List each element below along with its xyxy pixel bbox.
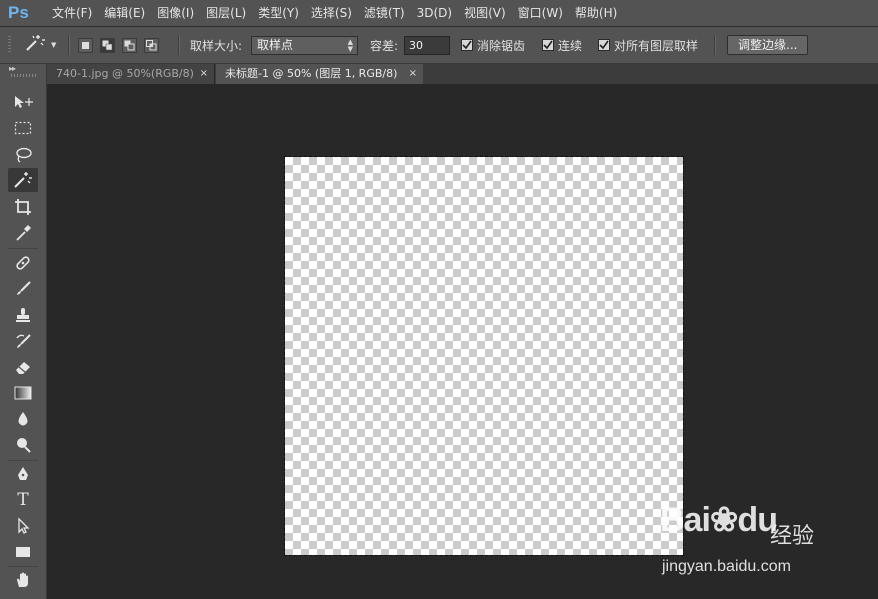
magic-wand-icon xyxy=(14,172,32,188)
eyedropper-tool[interactable] xyxy=(8,221,38,245)
checkbox-checked-icon xyxy=(542,39,554,51)
path-selection-icon xyxy=(18,517,30,534)
subtract-from-selection-button[interactable] xyxy=(122,37,137,53)
jingyan-text: 经验 xyxy=(770,524,815,549)
marquee-tool[interactable] xyxy=(8,116,38,140)
tool-preset-picker[interactable]: ▼ xyxy=(24,27,56,63)
menu-3d[interactable]: 3D(D) xyxy=(411,0,458,26)
checkbox-checked-icon xyxy=(461,39,473,51)
document-tab-bar: 740-1.jpg @ 50%(RGB/8) × 未标题-1 @ 50% (图层… xyxy=(47,64,878,84)
paw-icon: ❀ xyxy=(709,501,738,539)
dodge-icon xyxy=(17,438,31,453)
path-selection-tool[interactable] xyxy=(8,514,38,538)
pen-tool[interactable] xyxy=(8,462,38,486)
tab-740-1-jpg[interactable]: 740-1.jpg @ 50%(RGB/8) × xyxy=(47,64,215,84)
clone-stamp-tool[interactable] xyxy=(8,303,38,327)
lasso-tool[interactable] xyxy=(8,143,38,167)
rectangle-shape-icon xyxy=(16,547,30,557)
anti-alias-label: 消除锯齿 xyxy=(477,38,526,53)
menu-type[interactable]: 类型(Y) xyxy=(252,0,305,26)
eraser-icon xyxy=(16,362,30,374)
tolerance-label: 容差: xyxy=(370,38,399,53)
tolerance-input[interactable]: 30 xyxy=(404,35,450,55)
gradient-tool[interactable] xyxy=(8,381,38,405)
brush-icon xyxy=(17,281,31,295)
type-icon: T xyxy=(17,490,29,510)
spot-healing-tool[interactable] xyxy=(8,251,38,275)
dodge-tool[interactable] xyxy=(8,433,38,457)
menu-file[interactable]: 文件(F) xyxy=(46,0,98,26)
sample-all-layers-checkbox[interactable]: 对所有图层取样 xyxy=(598,27,698,63)
pen-icon xyxy=(18,467,28,480)
menu-items: 文件(F) 编辑(E) 图像(I) 图层(L) 类型(Y) 选择(S) 滤镜(T… xyxy=(46,0,623,26)
menu-window[interactable]: 窗口(W) xyxy=(512,0,569,26)
watermark-url: jingyan.baidu.com xyxy=(662,558,791,575)
toolbox-grip[interactable] xyxy=(11,74,37,77)
anti-alias-checkbox[interactable]: 消除锯齿 xyxy=(461,27,525,63)
close-icon[interactable]: × xyxy=(409,64,417,84)
brush-tool[interactable] xyxy=(8,277,38,301)
crop-icon xyxy=(15,199,31,215)
type-tool[interactable]: T xyxy=(8,488,38,512)
history-brush-tool[interactable] xyxy=(8,329,38,353)
blur-icon xyxy=(18,412,28,426)
baidu-jingyan-watermark: Bai❀du 经验 jingyan.baidu.com xyxy=(660,500,870,590)
sample-all-layers-label: 对所有图层取样 xyxy=(614,38,699,53)
eraser-tool[interactable] xyxy=(8,355,38,379)
baidu-logo: Bai❀du xyxy=(660,500,778,540)
collapse-toolbox-icon[interactable]: ▸▸ xyxy=(9,64,16,73)
photoshop-logo: Ps xyxy=(8,3,29,22)
crop-tool[interactable] xyxy=(8,195,38,219)
contiguous-checkbox[interactable]: 连续 xyxy=(542,27,582,63)
move-icon xyxy=(15,96,33,108)
subtract-selection-icon xyxy=(124,40,135,50)
magic-wand-icon xyxy=(24,34,46,56)
shape-tool[interactable] xyxy=(8,540,38,564)
menu-view[interactable]: 视图(V) xyxy=(458,0,512,26)
checkbox-checked-icon xyxy=(598,39,610,51)
eyedropper-icon xyxy=(16,225,31,241)
menu-image[interactable]: 图像(I) xyxy=(151,0,200,26)
menu-filter[interactable]: 滤镜(T) xyxy=(358,0,411,26)
menu-edit[interactable]: 编辑(E) xyxy=(98,0,151,26)
menu-layer[interactable]: 图层(L) xyxy=(200,0,252,26)
hand-icon xyxy=(17,572,28,587)
new-selection-button[interactable] xyxy=(78,37,93,53)
sample-size-label: 取样大小: xyxy=(190,38,243,53)
spot-healing-icon xyxy=(16,256,30,270)
menu-select[interactable]: 选择(S) xyxy=(305,0,358,26)
intersect-selection-icon xyxy=(146,39,157,50)
options-bar: ▼ 取样大小: 取样点 ▲ ▼ 容差: 30 消除锯齿 连续 对所有图层取样 调… xyxy=(0,27,878,64)
add-to-selection-icon xyxy=(102,40,113,50)
baidu-logo-text: Bai xyxy=(660,501,711,539)
toolbox: ▸▸ T xyxy=(0,64,47,599)
menu-help[interactable]: 帮助(H) xyxy=(569,0,623,26)
clone-stamp-icon xyxy=(16,308,30,322)
add-to-selection-button[interactable] xyxy=(100,37,115,53)
blur-tool[interactable] xyxy=(8,407,38,431)
options-bar-grip[interactable] xyxy=(8,36,11,54)
sample-size-value: 取样点 xyxy=(257,37,294,52)
lasso-icon xyxy=(16,147,32,163)
move-tool[interactable] xyxy=(8,90,38,114)
menu-bar: Ps 文件(F) 编辑(E) 图像(I) 图层(L) 类型(Y) 选择(S) 滤… xyxy=(0,0,878,27)
selection-mode-group xyxy=(78,27,159,63)
tab-untitled-1[interactable]: 未标题-1 @ 50% (图层 1, RGB/8) × xyxy=(216,64,423,84)
gradient-icon xyxy=(14,386,32,400)
sample-size-select[interactable]: 取样点 ▲ ▼ xyxy=(251,35,358,55)
new-selection-icon xyxy=(82,41,89,49)
refine-edge-button[interactable]: 调整边缘... xyxy=(727,35,809,55)
close-icon[interactable]: × xyxy=(200,64,208,84)
contiguous-label: 连续 xyxy=(558,38,583,53)
chevron-down-icon: ▼ xyxy=(51,41,57,49)
tab-label: 740-1.jpg @ 50%(RGB/8) xyxy=(56,67,194,80)
intersect-selection-button[interactable] xyxy=(144,37,159,53)
select-arrows-icon: ▲ ▼ xyxy=(347,37,353,53)
history-brush-icon xyxy=(16,334,31,348)
rectangular-marquee-icon xyxy=(14,121,32,135)
tab-label: 未标题-1 @ 50% (图层 1, RGB/8) xyxy=(225,67,398,80)
hand-tool[interactable] xyxy=(8,568,38,592)
selection-marquee xyxy=(284,156,684,556)
magic-wand-tool[interactable] xyxy=(8,168,38,192)
